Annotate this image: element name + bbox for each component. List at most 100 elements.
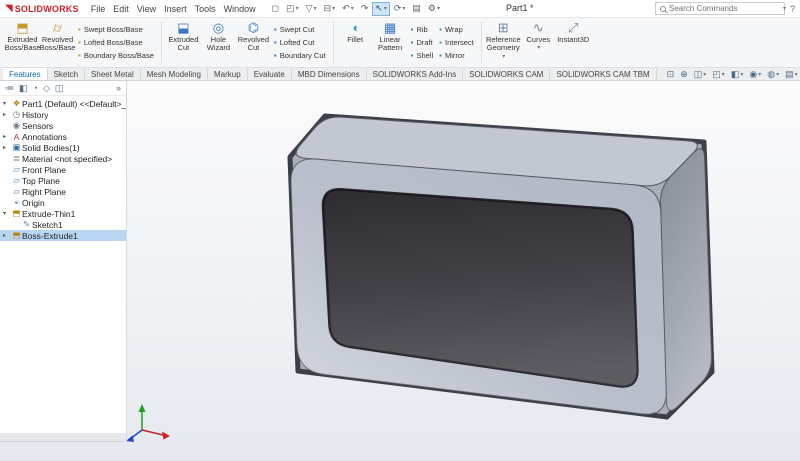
file-properties-icon[interactable]: ▤ xyxy=(409,2,424,16)
menu-file[interactable]: File xyxy=(87,3,110,15)
tab-features[interactable]: Features xyxy=(3,68,48,80)
print-icon[interactable]: ⊟▾ xyxy=(321,2,339,16)
reference-geometry-button[interactable]: ⊞Reference Geometry▾ xyxy=(486,19,521,66)
displaymanager-tab-icon[interactable]: ◫ xyxy=(55,83,64,94)
expand-caret-icon[interactable]: ▸ xyxy=(3,144,11,151)
draft-button[interactable]: ▪Draft xyxy=(408,36,437,49)
command-ribbon: ⬒Extruded Boss/Base⌭Revolved Boss/Base▪S… xyxy=(0,18,800,68)
ribbon-button-label: Lofted Boss/Base xyxy=(84,38,143,47)
lofted-boss-base-button[interactable]: ▪Lofted Boss/Base xyxy=(75,36,157,49)
tree-item-top-plane[interactable]: ▱Top Plane xyxy=(0,175,126,186)
mirror-button[interactable]: ▪Mirror xyxy=(436,49,477,62)
tab-mesh-modeling[interactable]: Mesh Modeling xyxy=(141,68,208,80)
tab-solidworks-cam-tbm[interactable]: SOLIDWORKS CAM TBM xyxy=(550,68,656,80)
tree-item-material-not-specified[interactable]: ≣Material <not specified> xyxy=(0,153,126,164)
view-orientation-icon[interactable]: ◰▾ xyxy=(712,69,725,80)
extruded-boss-base-button[interactable]: ⬒Extruded Boss/Base xyxy=(5,19,40,66)
expand-caret-icon[interactable]: ▸ xyxy=(3,111,11,118)
tree-item-solid-bodies-1[interactable]: ▸▣Solid Bodies(1) xyxy=(0,142,126,153)
tree-item-part1-default-default-display-st[interactable]: ▾❖Part1 (Default) <<Default>_Display St xyxy=(0,98,126,109)
scene-icon[interactable]: ▤▾ xyxy=(785,69,798,80)
tree-item-origin[interactable]: ⌖Origin xyxy=(0,197,126,208)
featuremanager-tab-icon[interactable]: ≔ xyxy=(5,83,14,94)
expand-caret-icon[interactable]: ▾ xyxy=(3,100,11,107)
expand-caret-icon[interactable]: ▸ xyxy=(3,232,11,239)
curves-button[interactable]: ∿Curves▾ xyxy=(521,19,556,66)
panel-expand-icon[interactable]: » xyxy=(116,83,121,93)
menu-edit[interactable]: Edit xyxy=(109,3,133,15)
lofted-cut-button[interactable]: ▪Lofted Cut xyxy=(271,36,329,49)
tree-item-boss-extrude1[interactable]: ▸⬒Boss-Extrude1 xyxy=(0,230,126,241)
tree-item-label: Extrude-Thin1 xyxy=(22,209,75,219)
tree-item-front-plane[interactable]: ▱Front Plane xyxy=(0,164,126,175)
tree-item-label: Part1 (Default) <<Default>_Display St xyxy=(22,99,126,109)
new-document-icon[interactable]: ◻ xyxy=(269,2,282,16)
search-input[interactable] xyxy=(669,4,779,13)
intersect-button[interactable]: ▪Intersect xyxy=(436,36,477,49)
extruded-boss-base-icon: ⬒ xyxy=(16,21,28,35)
tab-solidworks-add-ins[interactable]: SOLIDWORKS Add-Ins xyxy=(367,68,464,80)
tab-sketch[interactable]: Sketch xyxy=(48,68,85,80)
dimxpertmanager-tab-icon[interactable]: ◇ xyxy=(43,83,50,94)
ribbon-small-column: ▪Wrap▪Intersect▪Mirror xyxy=(436,19,477,66)
wrap-button[interactable]: ▪Wrap xyxy=(436,23,477,36)
zoom-fit-icon[interactable]: ⊡ xyxy=(667,69,675,80)
configurationmanager-tab-icon[interactable]: ◔ xyxy=(33,83,38,93)
search-commands-box[interactable]: ▾ xyxy=(655,2,785,15)
feature-tree-panel: ≔ ◧ ◔ ◇ ◫ » ▾❖Part1 (Default) <<Default>_Disp… xyxy=(0,81,127,433)
tab-markup[interactable]: Markup xyxy=(208,68,248,80)
extruded-cut-button[interactable]: ⬓Extruded Cut xyxy=(166,19,201,66)
tab-mbd-dimensions[interactable]: MBD Dimensions xyxy=(292,68,367,80)
tree-item-extrude-thin1[interactable]: ▾⬒Extrude-Thin1 xyxy=(0,208,126,219)
expand-caret-icon[interactable]: ▾ xyxy=(3,210,11,217)
rib-button[interactable]: ▪Rib xyxy=(408,23,437,36)
revolved-boss-base-button[interactable]: ⌭Revolved Boss/Base xyxy=(40,19,75,66)
boundary-cut-button[interactable]: ▪Boundary Cut xyxy=(271,49,329,62)
swept-boss-base-button[interactable]: ▪Swept Boss/Base xyxy=(75,23,157,36)
menu-window[interactable]: Window xyxy=(220,3,260,15)
tree-item-annotations[interactable]: ▸AAnnotations xyxy=(0,131,126,142)
rebuild-icon[interactable]: ⟳▾ xyxy=(391,2,409,16)
hole-wizard-button[interactable]: ◎Hole Wizard xyxy=(201,19,236,66)
save-icon[interactable]: ▽▾ xyxy=(303,2,320,16)
menu-insert[interactable]: Insert xyxy=(160,3,191,15)
tree-item-right-plane[interactable]: ▱Right Plane xyxy=(0,186,126,197)
hide-show-items-icon[interactable]: ◉▾ xyxy=(749,69,761,80)
menu-tools[interactable]: Tools xyxy=(191,3,220,15)
zoom-area-icon[interactable]: ⊕ xyxy=(680,69,688,80)
tab-evaluate[interactable]: Evaluate xyxy=(248,68,292,80)
display-style-icon[interactable]: ◧▾ xyxy=(731,69,744,80)
redo-icon[interactable]: ↷ xyxy=(358,2,372,16)
solid-bodies-folder-icon: ▣ xyxy=(11,142,22,153)
fillet-button[interactable]: ◖Fillet xyxy=(338,19,373,66)
tree-item-history[interactable]: ▸◷History xyxy=(0,109,126,120)
model-right-face[interactable] xyxy=(660,149,711,411)
panel-splitter[interactable] xyxy=(0,433,127,442)
undo-icon[interactable]: ↶▾ xyxy=(339,2,357,16)
extrude-feature-icon: ⬒ xyxy=(11,230,22,241)
tab-solidworks-cam[interactable]: SOLIDWORKS CAM xyxy=(463,68,550,80)
tree-item-sketch1[interactable]: ✎Sketch1 xyxy=(0,219,126,230)
expand-caret-icon[interactable]: ▸ xyxy=(3,133,11,140)
swept-cut-icon: ▪ xyxy=(274,26,277,34)
open-icon[interactable]: ◰▾ xyxy=(283,2,302,16)
instant3d-button[interactable]: ⤢Instant3D xyxy=(556,19,591,66)
select-cursor-icon[interactable]: ↖▾ xyxy=(372,2,390,16)
tree-item-label: Right Plane xyxy=(22,187,66,197)
tree-item-label: History xyxy=(22,110,48,120)
boundary-boss-base-button[interactable]: ▪Boundary Boss/Base xyxy=(75,49,157,62)
linear-pattern-button[interactable]: ▦Linear Pattern xyxy=(373,19,408,66)
options-icon[interactable]: ⚙▾ xyxy=(425,2,443,16)
tree-item-sensors[interactable]: ◉Sensors xyxy=(0,120,126,131)
shell-button[interactable]: ▪Shell xyxy=(408,49,437,62)
edit-appearance-icon[interactable]: ◍▾ xyxy=(767,69,779,80)
help-icon[interactable]: ? xyxy=(790,4,795,14)
swept-cut-button[interactable]: ▪Swept Cut xyxy=(271,23,329,36)
propertymanager-tab-icon[interactable]: ◧ xyxy=(19,83,28,94)
tab-sheet-metal[interactable]: Sheet Metal xyxy=(85,68,141,80)
search-dropdown-caret-icon[interactable]: ▾ xyxy=(783,5,786,12)
curves-icon: ∿ xyxy=(533,21,544,35)
section-view-icon[interactable]: ◫▾ xyxy=(694,69,707,80)
menu-view[interactable]: View xyxy=(133,3,160,15)
revolved-cut-button[interactable]: ⌬Revolved Cut xyxy=(236,19,271,66)
